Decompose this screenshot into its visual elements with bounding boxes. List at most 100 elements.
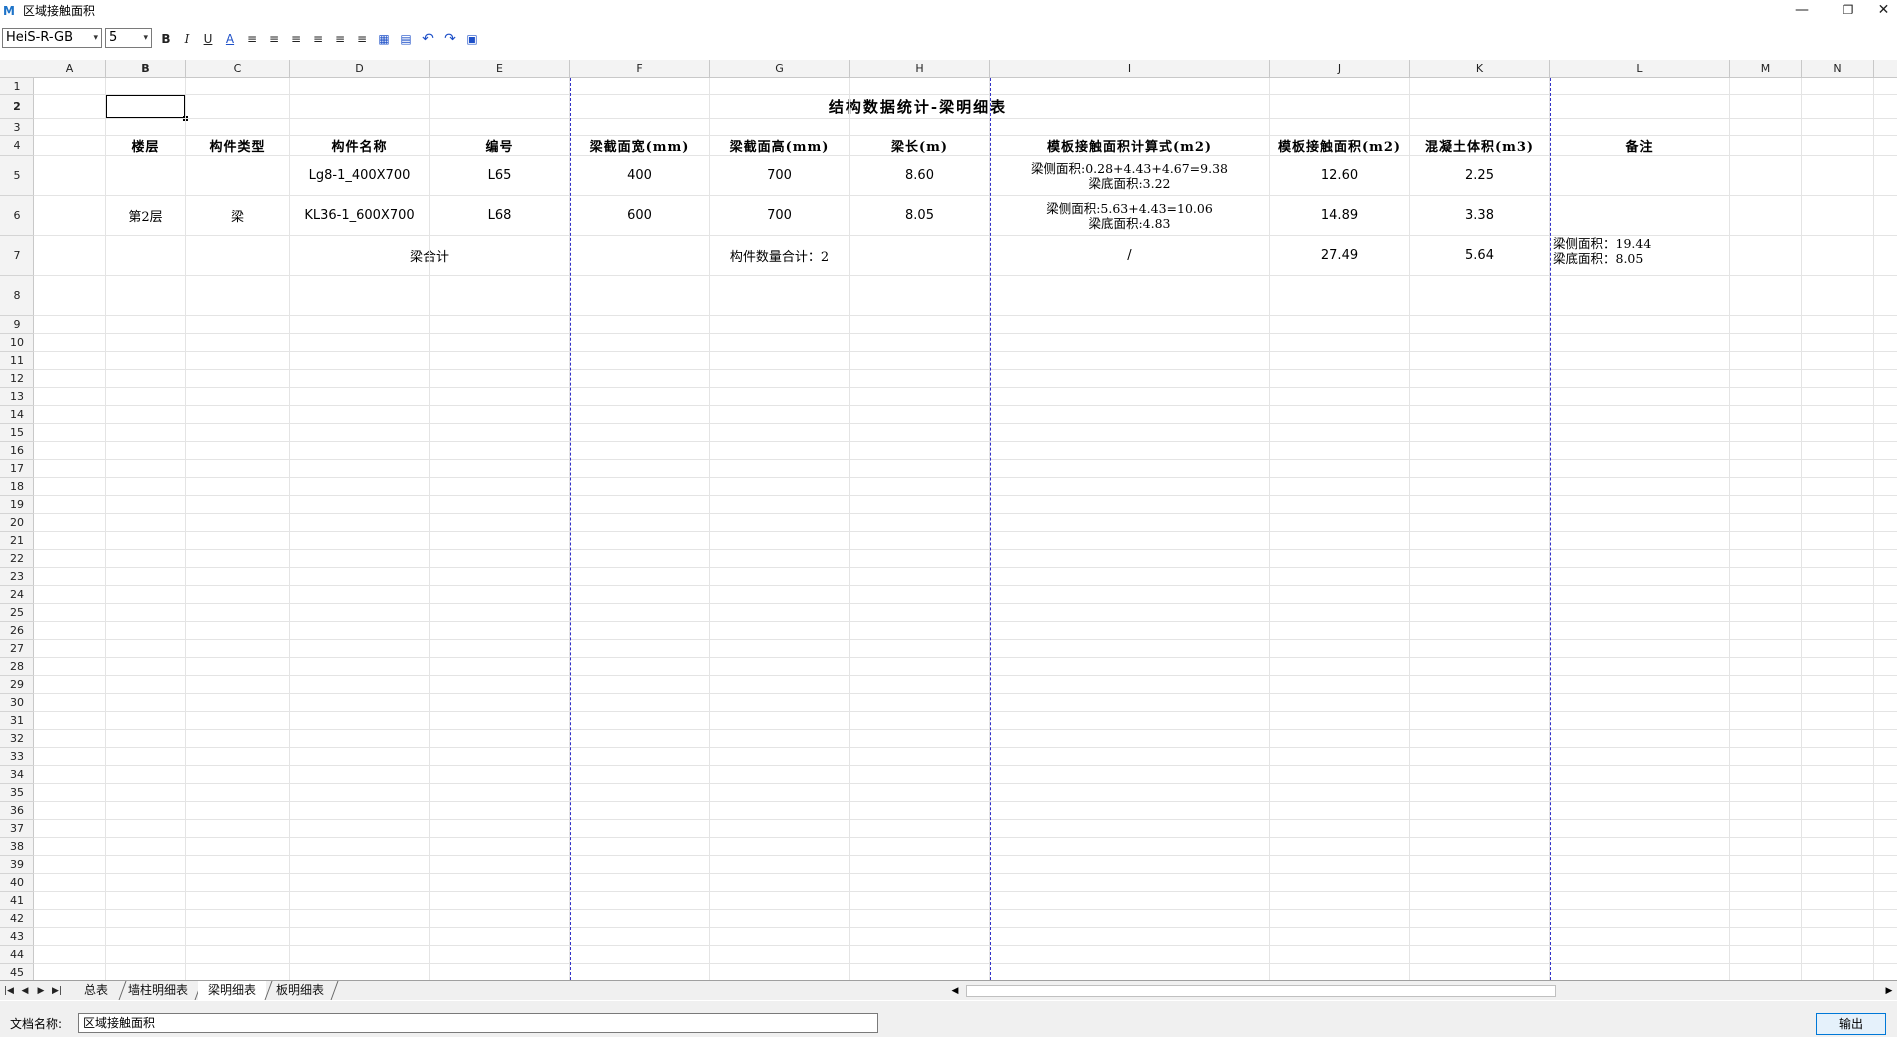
width-cell[interactable]: 400 bbox=[569, 155, 710, 196]
row-header-40[interactable]: 40 bbox=[0, 874, 34, 892]
row-header-41[interactable]: 41 bbox=[0, 892, 34, 910]
table-header-cell[interactable]: 梁长(m) bbox=[849, 135, 990, 156]
row-header-23[interactable]: 23 bbox=[0, 568, 34, 586]
length-cell[interactable]: 8.60 bbox=[849, 155, 990, 196]
last-sheet-icon[interactable]: ▶| bbox=[50, 983, 64, 999]
row-header-10[interactable]: 10 bbox=[0, 334, 34, 352]
table-header-cell[interactable]: 模板接触面积计算式(m2) bbox=[989, 135, 1270, 156]
row-header-35[interactable]: 35 bbox=[0, 784, 34, 802]
border-icon[interactable]: ▦ bbox=[374, 29, 394, 49]
column-header-m[interactable]: M bbox=[1730, 60, 1802, 78]
row-header-24[interactable]: 24 bbox=[0, 586, 34, 604]
table-header-cell[interactable]: 备注 bbox=[1549, 135, 1730, 156]
type-cell[interactable]: 梁 bbox=[185, 155, 290, 276]
row-header-30[interactable]: 30 bbox=[0, 694, 34, 712]
align-left-icon[interactable]: ≡ bbox=[242, 29, 262, 49]
restore-button[interactable]: ❐ bbox=[1826, 0, 1870, 22]
underline-button[interactable]: U bbox=[198, 29, 218, 49]
column-header-h[interactable]: H bbox=[850, 60, 990, 78]
height-cell[interactable]: 700 bbox=[709, 155, 850, 196]
note-cell[interactable] bbox=[1549, 155, 1730, 196]
row-header-16[interactable]: 16 bbox=[0, 442, 34, 460]
row-header-1[interactable]: 1 bbox=[0, 78, 34, 95]
row-header-29[interactable]: 29 bbox=[0, 676, 34, 694]
column-header-a[interactable]: A bbox=[34, 60, 106, 78]
code-cell[interactable]: L68 bbox=[429, 195, 570, 236]
row-header-9[interactable]: 9 bbox=[0, 316, 34, 334]
table-header-cell[interactable]: 梁截面宽(mm) bbox=[569, 135, 710, 156]
row-header-43[interactable]: 43 bbox=[0, 928, 34, 946]
sheet-tab-wall-column[interactable]: 墙柱明细表 bbox=[118, 981, 198, 1000]
row-header-22[interactable]: 22 bbox=[0, 550, 34, 568]
bold-button[interactable]: B bbox=[156, 29, 176, 49]
cell-area[interactable]: 结构数据统计-梁明细表 楼层 构件类型 构件名称 编号 梁截面宽(mm) 梁截面高(mm) 梁… bbox=[34, 78, 1897, 980]
total-count-cell[interactable]: 构件数量合计：2 bbox=[569, 235, 990, 276]
row-header-11[interactable]: 11 bbox=[0, 352, 34, 370]
column-header-l[interactable]: L bbox=[1550, 60, 1730, 78]
docname-input[interactable]: 区域接触面积 bbox=[78, 1013, 878, 1033]
row-header-8[interactable]: 8 bbox=[0, 276, 34, 316]
spreadsheet-grid[interactable]: ABCDEFGHIJKLMN 1 2 3 4 5 6 7 8 9 10 11 12 13 14 15 16 17… bbox=[0, 60, 1897, 980]
sheet-tab-beam[interactable]: 梁明细表 bbox=[198, 981, 267, 1000]
column-header-f[interactable]: F bbox=[570, 60, 710, 78]
row-header-28[interactable]: 28 bbox=[0, 658, 34, 676]
table-header-cell[interactable]: 编号 bbox=[429, 135, 570, 156]
total-volume-cell[interactable]: 5.64 bbox=[1409, 235, 1550, 276]
prev-sheet-icon[interactable]: ◀ bbox=[18, 983, 32, 999]
scrollbar-thumb[interactable] bbox=[966, 985, 1556, 997]
column-header-g[interactable]: G bbox=[710, 60, 850, 78]
total-formula-cell[interactable]: / bbox=[989, 235, 1270, 276]
formula-cell[interactable]: 梁侧面积:0.28+4.43+4.67=9.38 梁底面积:3.22 bbox=[989, 155, 1270, 196]
next-sheet-icon[interactable]: ▶ bbox=[34, 983, 48, 999]
table-header-cell[interactable]: 构件类型 bbox=[185, 135, 290, 156]
row-header-3[interactable]: 3 bbox=[0, 119, 34, 136]
selected-cell[interactable] bbox=[105, 94, 188, 121]
column-header-i[interactable]: I bbox=[990, 60, 1270, 78]
row-header-15[interactable]: 15 bbox=[0, 424, 34, 442]
row-header-26[interactable]: 26 bbox=[0, 622, 34, 640]
row-header-19[interactable]: 19 bbox=[0, 496, 34, 514]
save-icon[interactable]: ▣ bbox=[462, 29, 482, 49]
height-cell[interactable]: 700 bbox=[709, 195, 850, 236]
column-header-k[interactable]: K bbox=[1410, 60, 1550, 78]
row-header-33[interactable]: 33 bbox=[0, 748, 34, 766]
font-family-select[interactable]: HeiS-R-GB ▾ bbox=[2, 28, 102, 48]
font-size-select[interactable]: 5 ▾ bbox=[105, 28, 152, 48]
floor-cell[interactable]: 第2层 bbox=[105, 155, 186, 276]
scroll-right-icon[interactable]: ▶ bbox=[1882, 983, 1896, 999]
valign-bottom-icon[interactable]: ≡ bbox=[352, 29, 372, 49]
row-header-44[interactable]: 44 bbox=[0, 946, 34, 964]
fill-color-icon[interactable]: A bbox=[220, 29, 240, 49]
row-header-25[interactable]: 25 bbox=[0, 604, 34, 622]
align-center-icon[interactable]: ≡ bbox=[264, 29, 284, 49]
code-cell[interactable]: L65 bbox=[429, 155, 570, 196]
row-header-5[interactable]: 5 bbox=[0, 156, 34, 196]
row-header-38[interactable]: 38 bbox=[0, 838, 34, 856]
table-header-cell[interactable]: 楼层 bbox=[105, 135, 186, 156]
table-header-cell[interactable]: 构件名称 bbox=[289, 135, 430, 156]
name-cell[interactable]: Lg8-1_400X700 bbox=[289, 155, 430, 196]
row-header-2[interactable]: 2 bbox=[0, 95, 34, 119]
row-header-39[interactable]: 39 bbox=[0, 856, 34, 874]
row-header-36[interactable]: 36 bbox=[0, 802, 34, 820]
row-header-32[interactable]: 32 bbox=[0, 730, 34, 748]
column-header-b[interactable]: B bbox=[106, 60, 186, 78]
italic-button[interactable]: I bbox=[177, 29, 197, 49]
merge-cells-icon[interactable]: ▤ bbox=[396, 29, 416, 49]
row-header-27[interactable]: 27 bbox=[0, 640, 34, 658]
align-right-icon[interactable]: ≡ bbox=[286, 29, 306, 49]
column-header-j[interactable]: J bbox=[1270, 60, 1410, 78]
name-cell[interactable]: KL36-1_600X700 bbox=[289, 195, 430, 236]
column-header-e[interactable]: E bbox=[430, 60, 570, 78]
redo-icon[interactable]: ↷ bbox=[440, 29, 460, 49]
width-cell[interactable]: 600 bbox=[569, 195, 710, 236]
row-header-42[interactable]: 42 bbox=[0, 910, 34, 928]
valign-middle-icon[interactable]: ≡ bbox=[330, 29, 350, 49]
table-header-cell[interactable]: 模板接触面积(m2) bbox=[1269, 135, 1410, 156]
row-header-37[interactable]: 37 bbox=[0, 820, 34, 838]
sheet-tab-summary[interactable]: 总表 bbox=[74, 981, 118, 1000]
table-header-cell[interactable]: 梁截面高(mm) bbox=[709, 135, 850, 156]
row-header-21[interactable]: 21 bbox=[0, 532, 34, 550]
row-header-12[interactable]: 12 bbox=[0, 370, 34, 388]
scroll-left-icon[interactable]: ◀ bbox=[948, 983, 962, 999]
